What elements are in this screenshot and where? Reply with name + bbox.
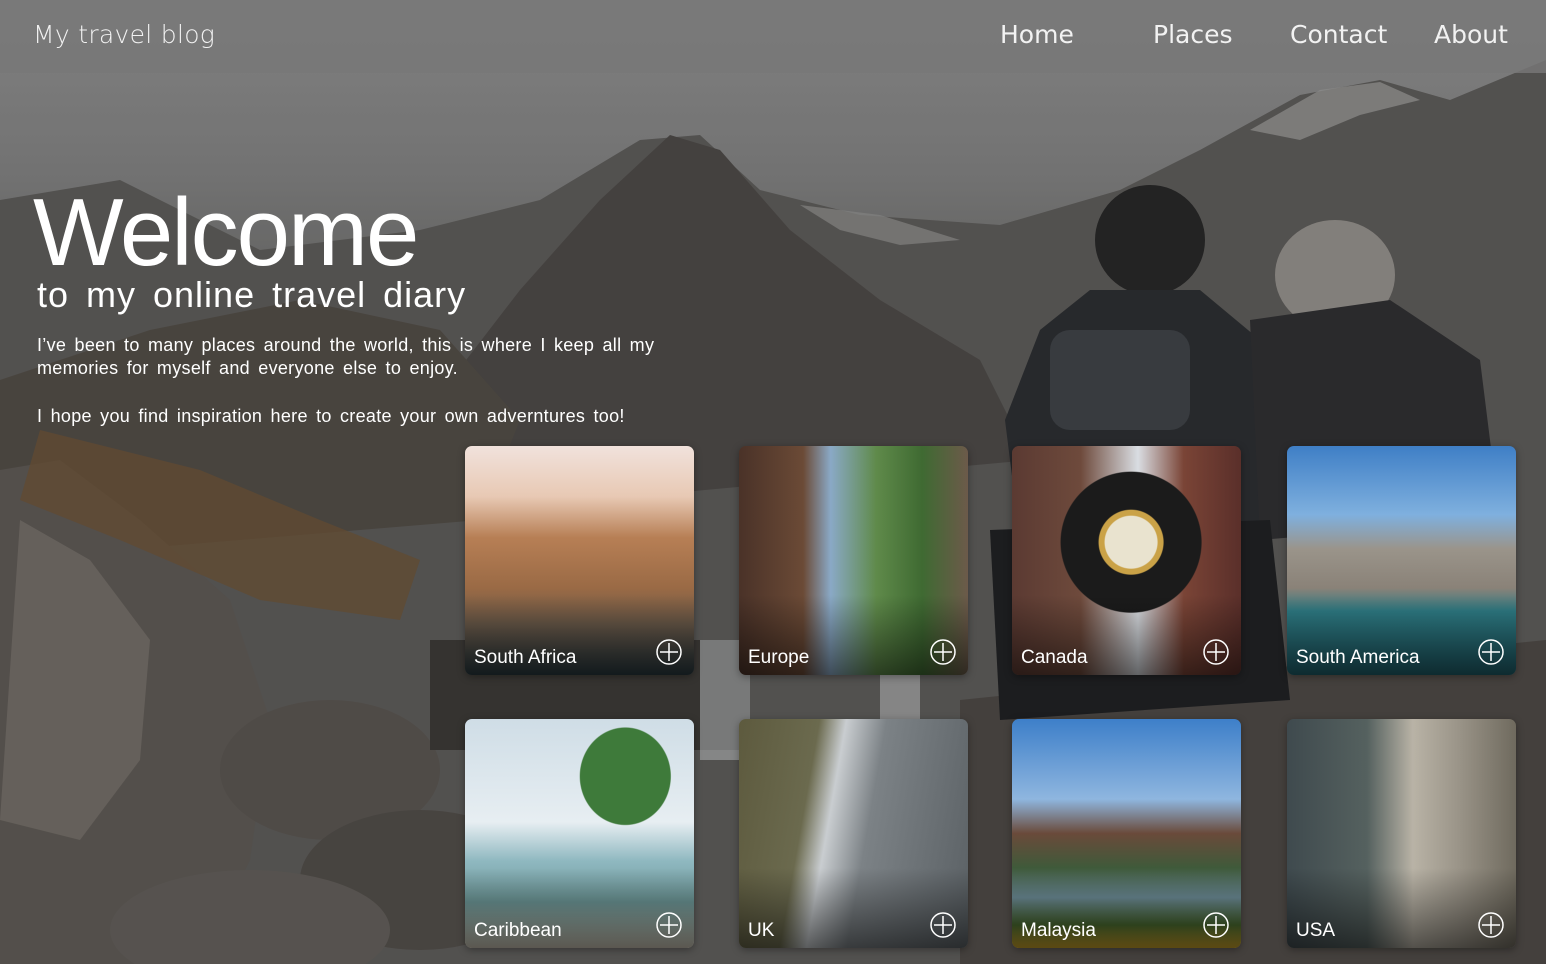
place-card-south-africa[interactable]: South Africa (465, 446, 694, 675)
add-circle-icon[interactable] (1203, 912, 1229, 938)
nav-places-link[interactable]: Places (1153, 20, 1233, 49)
nav-about-link[interactable]: About (1434, 20, 1508, 49)
place-card-label: Caribbean (474, 920, 562, 941)
hero-title: Welcome (33, 179, 419, 286)
site-title-link[interactable]: My travel blog (33, 20, 215, 49)
intro-paragraph-1: I’ve been to many places around the worl… (37, 335, 655, 378)
place-card-uk[interactable]: UK (739, 719, 968, 948)
add-circle-icon[interactable] (930, 912, 956, 938)
place-card-label: USA (1296, 920, 1336, 941)
place-card-europe[interactable]: Europe (739, 446, 968, 675)
hero-intro: I’ve been to many places around the worl… (37, 334, 697, 428)
nav-home-link[interactable]: Home (1000, 20, 1074, 49)
place-card-south-america[interactable]: South America (1287, 446, 1516, 675)
hero-subtitle: to my online travel diary (37, 274, 467, 315)
add-circle-icon[interactable] (656, 912, 682, 938)
place-card-label: Canada (1021, 647, 1088, 668)
place-card-label: Europe (748, 647, 810, 668)
place-card-label: UK (748, 920, 775, 941)
place-card-label: South Africa (474, 647, 577, 668)
add-circle-icon[interactable] (1478, 912, 1504, 938)
place-card-caribbean[interactable]: Caribbean (465, 719, 694, 948)
place-card-label: Malaysia (1021, 920, 1096, 941)
place-card-malaysia[interactable]: Malaysia (1012, 719, 1241, 948)
add-circle-icon[interactable] (1203, 639, 1229, 665)
place-card-canada[interactable]: Canada (1012, 446, 1241, 675)
add-circle-icon[interactable] (930, 639, 956, 665)
add-circle-icon[interactable] (1478, 639, 1504, 665)
nav-contact-link[interactable]: Contact (1290, 20, 1387, 49)
add-circle-icon[interactable] (656, 639, 682, 665)
place-card-label: South America (1296, 647, 1420, 668)
intro-paragraph-2: I hope you find inspiration here to crea… (37, 406, 625, 426)
place-card-usa[interactable]: USA (1287, 719, 1516, 948)
top-navigation-bar: My travel blog Home Places Contact About (0, 0, 1546, 73)
